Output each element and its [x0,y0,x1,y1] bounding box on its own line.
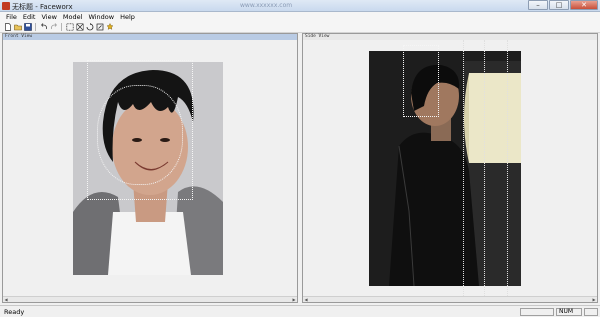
minimize-button[interactable]: – [528,0,548,10]
rotate-icon[interactable] [85,23,94,32]
status-text: Ready [4,308,25,316]
toolbar-separator [61,23,62,31]
scale-icon[interactable] [95,23,104,32]
menu-bar: File Edit View Model Window Help [0,12,600,22]
new-file-icon[interactable] [3,23,12,32]
front-view-pane[interactable]: Front View ◀ ▶ [2,33,298,303]
side-profile-image [369,51,521,286]
front-horizontal-scrollbar[interactable]: ◀ ▶ [3,296,297,302]
guide-line[interactable] [463,40,464,296]
close-button[interactable]: ✕ [570,0,598,10]
title-caption: www.xxxxxx.com [240,2,293,9]
status-bar: Ready NUM [0,305,600,317]
menu-window[interactable]: Window [85,12,117,22]
face-contour-guide[interactable] [97,85,183,185]
toolbar-separator [35,23,36,31]
side-view-pane[interactable]: Side View ◀ ▶ [302,33,598,303]
menu-edit[interactable]: Edit [20,12,39,22]
num-lock-indicator: NUM [556,308,582,316]
status-panel [520,308,554,316]
menu-view[interactable]: View [38,12,59,22]
save-icon[interactable] [23,23,32,32]
profile-guide-box[interactable] [403,45,439,117]
undo-icon[interactable] [39,23,48,32]
side-photo [369,51,521,286]
toolbar [0,22,600,33]
status-panel [584,308,598,316]
help-icon[interactable] [105,23,114,32]
guide-line[interactable] [507,40,508,296]
side-horizontal-scrollbar[interactable]: ◀ ▶ [303,296,597,302]
fit-icon[interactable] [65,23,74,32]
menu-help[interactable]: Help [117,12,138,22]
scroll-right-icon[interactable]: ▶ [591,297,597,302]
scroll-left-icon[interactable]: ◀ [3,297,9,302]
redo-icon[interactable] [49,23,58,32]
guide-line[interactable] [484,40,485,296]
scroll-right-icon[interactable]: ▶ [291,297,297,302]
app-icon [2,2,10,10]
menu-model[interactable]: Model [60,12,86,22]
window-controls: – □ ✕ [528,0,598,11]
menu-file[interactable]: File [3,12,20,22]
window-title: 无标题 - Faceworx [12,3,73,11]
move-icon[interactable] [75,23,84,32]
side-view-canvas[interactable] [303,40,597,296]
maximize-button[interactable]: □ [549,0,569,10]
open-folder-icon[interactable] [13,23,22,32]
scroll-left-icon[interactable]: ◀ [303,297,309,302]
front-view-canvas[interactable] [3,40,297,296]
title-bar: 无标题 - Faceworx www.xxxxxx.com – □ ✕ [0,0,600,12]
